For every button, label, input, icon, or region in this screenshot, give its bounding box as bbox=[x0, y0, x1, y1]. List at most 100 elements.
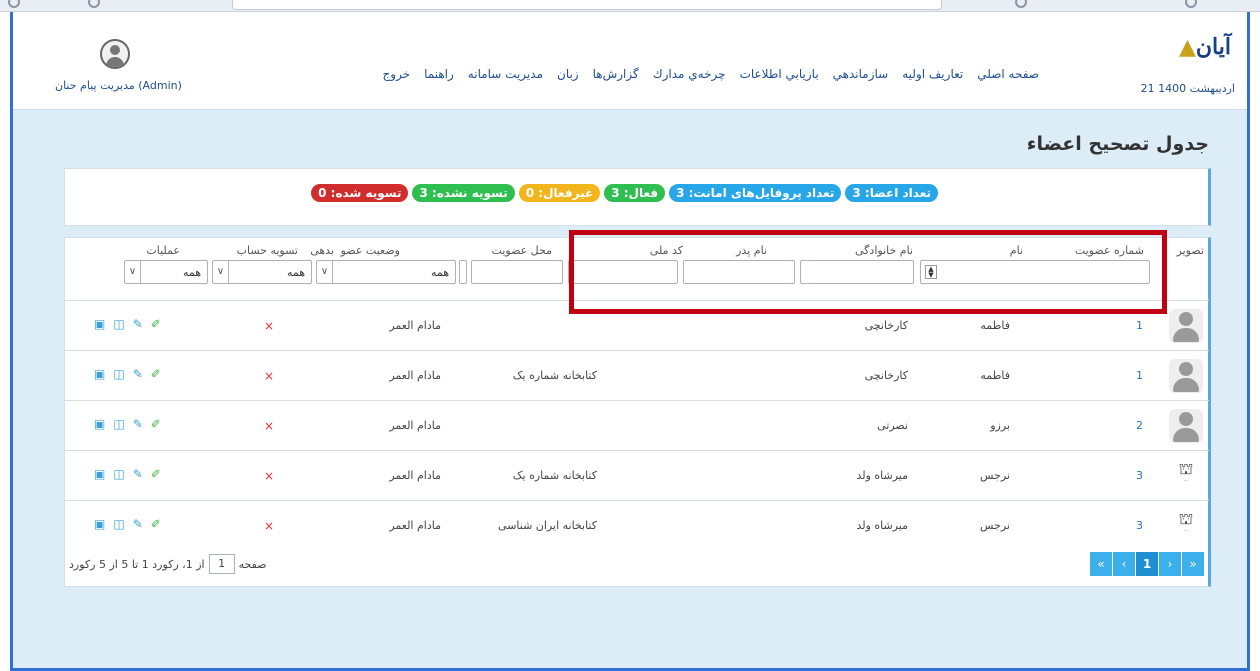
browser-toolbar bbox=[0, 0, 1260, 12]
last-name: کارخانچی bbox=[864, 369, 908, 382]
member-photo bbox=[1169, 309, 1203, 343]
nav-admin[interactable]: مديريت سامانه bbox=[468, 67, 543, 81]
app-logo[interactable]: ▲آیان bbox=[1179, 34, 1231, 60]
nav-language[interactable]: زبان bbox=[557, 67, 579, 81]
nav-organization[interactable]: سازماندهي bbox=[833, 67, 889, 81]
col-settle[interactable]: تسویه حساب bbox=[237, 244, 298, 257]
edit-icon[interactable]: ✎ bbox=[133, 467, 143, 481]
first-name: نرجس bbox=[980, 519, 1010, 532]
col-location[interactable]: محل عضویت bbox=[492, 244, 552, 257]
status: مادام العمر bbox=[389, 369, 441, 382]
settings-icon[interactable] bbox=[1185, 0, 1197, 8]
settle-select[interactable]: همه ∨ bbox=[124, 260, 208, 284]
col-status[interactable]: وضعیت عضو bbox=[341, 244, 400, 257]
nav-home[interactable]: صفحه اصلي bbox=[977, 67, 1039, 81]
summary-badges: تعداد اعضا: 3 تعداد پروفایل‌های امانت: 3… bbox=[311, 184, 938, 202]
page-1-button[interactable]: 1 bbox=[1136, 552, 1158, 576]
last-page-button[interactable]: » bbox=[1182, 552, 1204, 576]
table-row[interactable]: ⛫ ··· 3 نرجس میرشاه ولد کتابخانه شماره یک… bbox=[65, 450, 1209, 500]
badge-unsettled: تسویه نشده: 3 bbox=[412, 184, 515, 202]
status-select[interactable]: همه ∨ bbox=[212, 260, 312, 284]
main-nav: صفحه اصلي تعاريف اوليه سازماندهي بازيابي… bbox=[383, 67, 1039, 81]
row-actions: ▣ ◫ ✎ ✐ bbox=[94, 467, 161, 481]
pencil-icon[interactable]: ✐ bbox=[151, 517, 161, 531]
location-filter-edge[interactable] bbox=[459, 260, 467, 284]
chevron-down-icon: ∨ bbox=[125, 261, 141, 283]
last-name: میرشاه ولد bbox=[856, 519, 908, 532]
last-name: نصرتی bbox=[877, 419, 908, 432]
member-no: 3 bbox=[1136, 469, 1143, 482]
location-select[interactable]: همه ∨ bbox=[316, 260, 456, 284]
clipboard-icon[interactable]: ▣ bbox=[94, 367, 105, 381]
clipboard-icon[interactable]: ▣ bbox=[94, 317, 105, 331]
settle-status-icon: × bbox=[263, 369, 274, 383]
app-header: ▲آیان 21 اردیبهشت 1400 صفحه اصلي تعاريف … bbox=[13, 12, 1247, 110]
pencil-icon[interactable]: ✐ bbox=[151, 367, 161, 381]
location: کتابخانه شماره یک bbox=[512, 369, 597, 382]
status: مادام العمر bbox=[389, 419, 441, 432]
nav-retrieval[interactable]: بازيابي اطلاعات bbox=[740, 67, 819, 81]
back-icon[interactable] bbox=[8, 0, 20, 8]
prev-page-button[interactable]: ‹ bbox=[1113, 552, 1135, 576]
camera-icon[interactable]: ◫ bbox=[113, 417, 124, 431]
badge-members: تعداد اعضا: 3 bbox=[845, 184, 938, 202]
page-title: جدول تصحیح اعضاء bbox=[1026, 133, 1209, 155]
settle-status-icon: × bbox=[263, 469, 274, 483]
badge-active: فعال: 3 bbox=[604, 184, 666, 202]
address-bar[interactable] bbox=[232, 0, 942, 10]
summary-panel: تعداد اعضا: 3 تعداد پروفایل‌های امانت: 3… bbox=[64, 168, 1211, 226]
next-page-button[interactable]: › bbox=[1159, 552, 1181, 576]
edit-icon[interactable]: ✎ bbox=[133, 417, 143, 431]
camera-icon[interactable]: ◫ bbox=[113, 367, 124, 381]
row-actions: ▣ ◫ ✎ ✐ bbox=[94, 317, 161, 331]
badge-loan-profiles: تعداد پروفایل‌های امانت: 3 bbox=[669, 184, 842, 202]
member-no: 1 bbox=[1136, 369, 1143, 382]
camera-icon[interactable]: ◫ bbox=[113, 317, 124, 331]
nav-circulation[interactable]: چرخه‌ي مدارك bbox=[653, 67, 726, 81]
member-no: 2 bbox=[1136, 419, 1143, 432]
first-page-button[interactable]: « bbox=[1090, 552, 1112, 576]
edit-icon[interactable]: ✎ bbox=[133, 517, 143, 531]
edit-icon[interactable]: ✎ bbox=[133, 317, 143, 331]
edit-icon[interactable]: ✎ bbox=[133, 367, 143, 381]
table-row[interactable]: 2 برزو نصرتی مادام العمر × ▣ ◫ ✎ ✐ bbox=[65, 400, 1209, 450]
camera-icon[interactable]: ◫ bbox=[113, 467, 124, 481]
chevron-down-icon: ∨ bbox=[213, 261, 229, 283]
first-name: فاطمه bbox=[980, 319, 1010, 332]
pencil-icon[interactable]: ✐ bbox=[151, 467, 161, 481]
page-label: صفحه bbox=[238, 557, 267, 571]
member-no: 1 bbox=[1136, 319, 1143, 332]
nav-help[interactable]: راهنما bbox=[424, 67, 454, 81]
refresh-icon[interactable] bbox=[88, 0, 100, 8]
location: کتابخانه ایران شناسی bbox=[498, 519, 597, 532]
pencil-icon[interactable]: ✐ bbox=[151, 417, 161, 431]
settle-status-icon: × bbox=[263, 319, 274, 333]
badge-inactive: غیرفعال: 0 bbox=[518, 184, 601, 202]
col-photo: تصویر bbox=[1176, 244, 1204, 257]
member-photo bbox=[1169, 359, 1203, 393]
pencil-icon[interactable]: ✐ bbox=[151, 317, 161, 331]
table-row[interactable]: ⛫ ··· 3 نرجس میرشاه ولد کتابخانه ایران شن… bbox=[65, 500, 1209, 550]
user-avatar-icon[interactable] bbox=[100, 39, 130, 69]
settle-status-icon: × bbox=[263, 419, 274, 433]
clipboard-icon[interactable]: ▣ bbox=[94, 417, 105, 431]
favorite-icon[interactable] bbox=[1015, 0, 1027, 8]
camera-icon[interactable]: ◫ bbox=[113, 517, 124, 531]
clipboard-icon[interactable]: ▣ bbox=[94, 467, 105, 481]
nav-definitions[interactable]: تعاريف اوليه bbox=[902, 67, 963, 81]
last-name: میرشاه ولد bbox=[856, 469, 908, 482]
chevron-down-icon: ∨ bbox=[317, 261, 333, 283]
col-debt[interactable]: بدهی bbox=[310, 244, 334, 257]
status: مادام العمر bbox=[389, 519, 441, 532]
clipboard-icon[interactable]: ▣ bbox=[94, 517, 105, 531]
user-name[interactable]: مدیریت پیام حنان (Admin) bbox=[55, 79, 182, 92]
nav-logout[interactable]: خروج bbox=[383, 67, 411, 81]
col-ops: عملیات bbox=[146, 244, 180, 257]
library-logo-icon: ⛫ ··· bbox=[1178, 509, 1194, 534]
badge-settled: تسویه شده: 0 bbox=[311, 184, 409, 202]
member-photo bbox=[1169, 409, 1203, 443]
nav-reports[interactable]: گزارش‌ها bbox=[593, 67, 639, 81]
table-row[interactable]: 1 فاطمه کارخانچی کتابخانه شماره یک مادام… bbox=[65, 350, 1209, 400]
national-id-filter[interactable] bbox=[471, 260, 563, 284]
page-number-input[interactable]: 1 bbox=[208, 554, 235, 574]
